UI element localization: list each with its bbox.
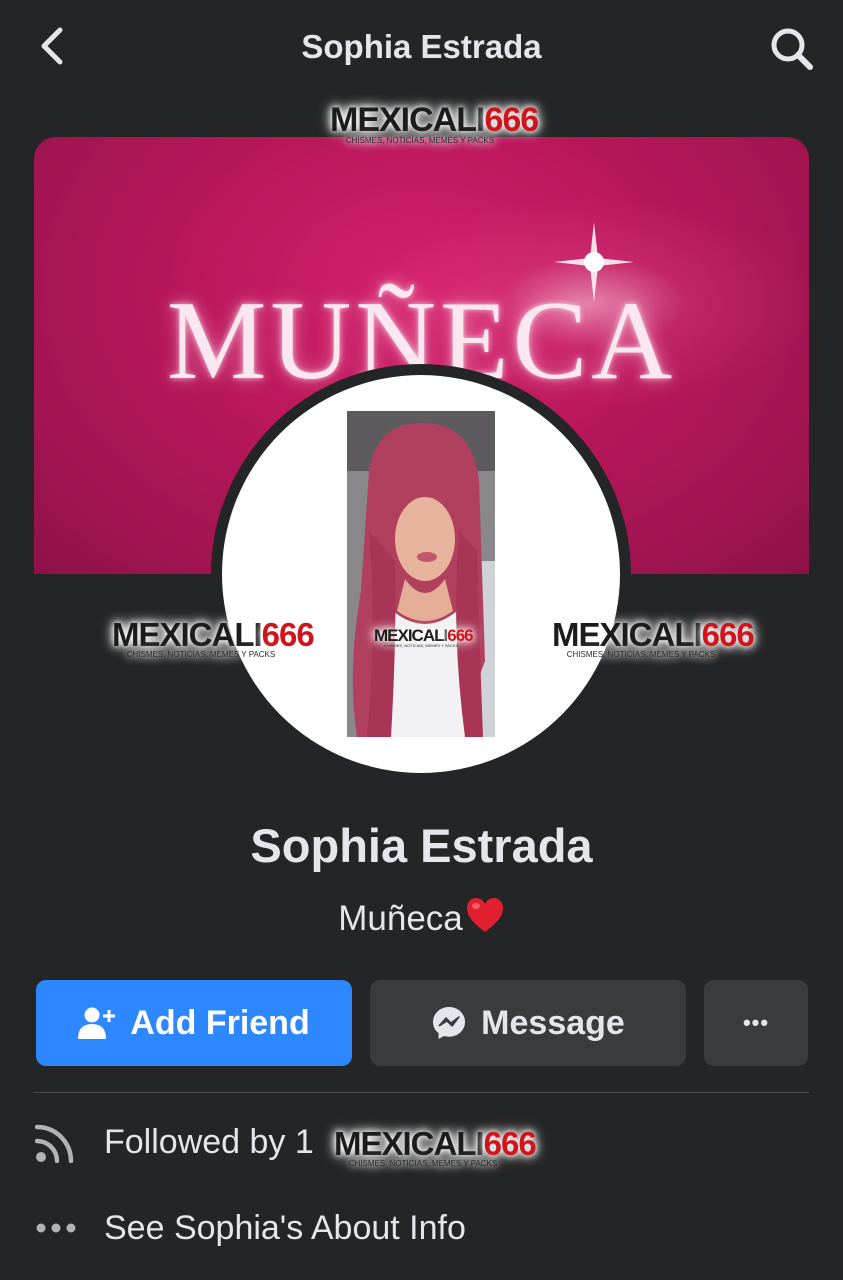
messenger-icon xyxy=(433,1007,466,1039)
watermark-logo: MEXICALI666 CHISMES, NOTICIAS, MEMES Y P… xyxy=(112,616,315,659)
more-options-button[interactable]: ••• xyxy=(704,980,808,1066)
red-heart-icon xyxy=(466,898,503,932)
more-dots-icon xyxy=(36,1223,76,1233)
message-label: Message xyxy=(481,1003,625,1042)
about-info-row[interactable]: See Sophia's About Info xyxy=(34,1198,809,1258)
add-friend-label: Add Friend xyxy=(130,1003,310,1042)
search-icon xyxy=(771,28,813,70)
watermark-logo: MEXICALI666 CHISMES, NOTICIAS, MEMES Y P… xyxy=(330,101,539,145)
add-friend-button[interactable]: Add Friend xyxy=(36,980,352,1066)
watermark-logo-small: MEXICALI666 CHISMES, NOTICIAS, MEMES Y P… xyxy=(374,626,474,648)
watermark-logo: MEXICALI666 CHISMES, NOTICIAS, MEMES Y P… xyxy=(334,1125,537,1168)
message-button[interactable]: Message xyxy=(370,980,686,1066)
add-friend-icon xyxy=(78,1007,116,1039)
profile-bio: Muñeca xyxy=(0,896,843,939)
watermark-logo: MEXICALI666 CHISMES, NOTICIAS, MEMES Y P… xyxy=(552,616,755,659)
bio-text: Muñeca xyxy=(338,899,463,938)
profile-photo xyxy=(347,411,495,737)
profile-picture[interactable]: MEXICALI666 CHISMES, NOTICIAS, MEMES Y P… xyxy=(222,375,620,773)
search-button[interactable] xyxy=(767,24,817,74)
about-info-text: See Sophia's About Info xyxy=(104,1208,466,1247)
rss-feed-icon xyxy=(35,1124,74,1163)
page-title: Sophia Estrada xyxy=(301,28,542,65)
divider xyxy=(34,1092,809,1093)
top-bar: Sophia Estrada xyxy=(0,0,843,96)
profile-name: Sophia Estrada xyxy=(250,819,593,872)
followers-text: Followed by 1 xyxy=(104,1122,314,1161)
more-icon: ••• xyxy=(742,1010,770,1035)
